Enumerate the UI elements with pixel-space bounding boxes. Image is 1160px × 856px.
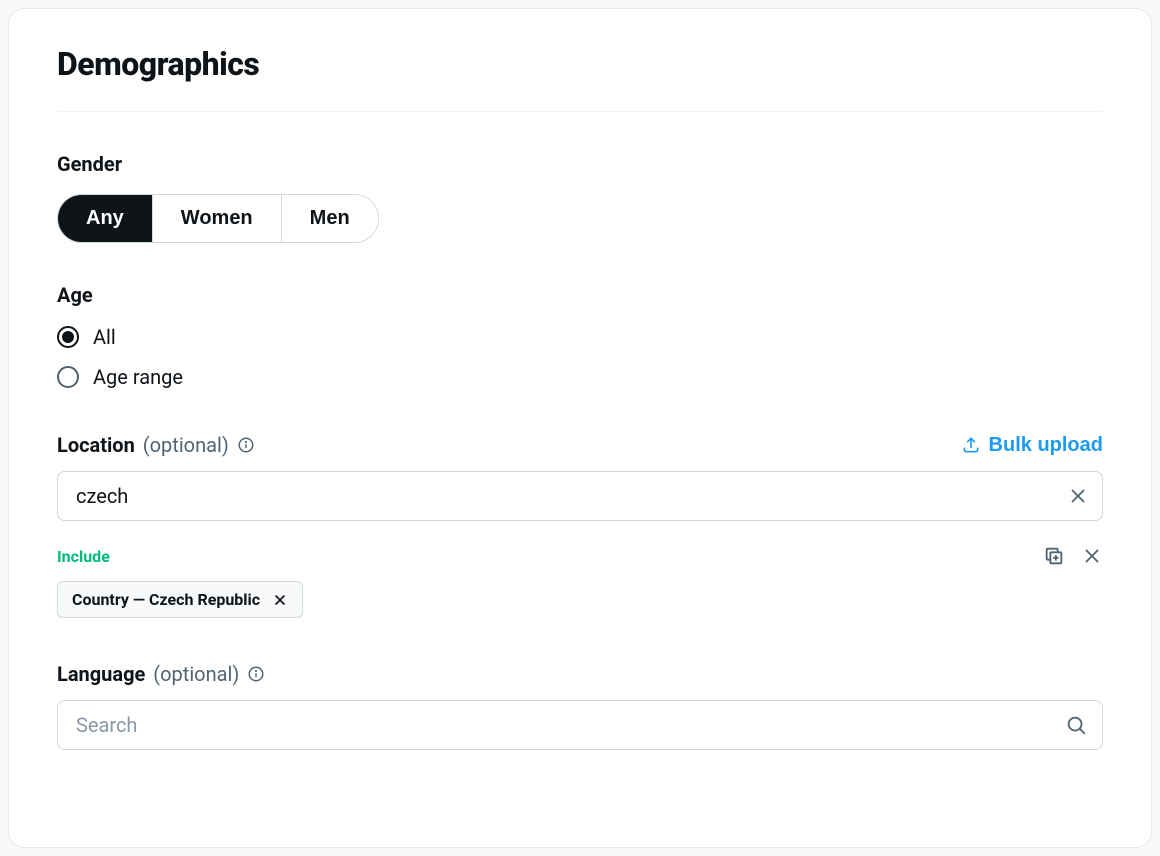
chip-remove-button[interactable] (272, 592, 288, 608)
include-actions (1043, 545, 1103, 567)
demographics-card: Demographics Gender Any Women Men Age Al… (8, 8, 1152, 848)
location-chips: Country — Czech Republic (57, 581, 1103, 618)
radio-icon (57, 366, 79, 388)
bulk-upload-button[interactable]: Bulk upload (961, 434, 1103, 457)
location-chip: Country — Czech Republic (57, 581, 303, 618)
info-icon[interactable] (247, 665, 265, 683)
include-row: Include (57, 545, 1103, 567)
divider (57, 111, 1103, 112)
location-header-row: Location (optional) Bulk upload (57, 433, 1103, 457)
age-option-all[interactable]: All (57, 325, 1103, 349)
age-option-range[interactable]: Age range (57, 365, 1103, 389)
upload-icon (961, 435, 981, 455)
location-label: Location (57, 433, 135, 457)
copy-button[interactable] (1043, 545, 1065, 567)
gender-option-men[interactable]: Men (281, 195, 378, 242)
gender-segmented: Any Women Men (57, 194, 379, 243)
bulk-upload-label: Bulk upload (989, 434, 1103, 457)
location-optional: (optional) (143, 433, 229, 457)
language-optional: (optional) (153, 662, 239, 686)
age-radio-group: All Age range (57, 325, 1103, 389)
language-header-row: Language (optional) (57, 662, 1103, 686)
age-label: Age (57, 283, 1103, 307)
gender-option-any[interactable]: Any (58, 195, 152, 242)
language-label: Language (57, 662, 145, 686)
info-icon[interactable] (237, 436, 255, 454)
radio-label: Age range (93, 365, 183, 389)
gender-option-women[interactable]: Women (152, 195, 281, 242)
location-input-wrap (57, 471, 1103, 521)
location-input[interactable] (57, 471, 1103, 521)
radio-label: All (93, 325, 116, 349)
language-input-wrap (57, 700, 1103, 750)
language-input[interactable] (57, 700, 1103, 750)
radio-icon (57, 326, 79, 348)
gender-label: Gender (57, 152, 1103, 176)
location-label-wrap: Location (optional) (57, 433, 255, 457)
clear-button[interactable] (1067, 485, 1089, 507)
language-label-wrap: Language (optional) (57, 662, 265, 686)
chip-text: Country — Czech Republic (72, 590, 260, 609)
remove-all-button[interactable] (1081, 545, 1103, 567)
page-title: Demographics (57, 45, 1103, 83)
include-label: Include (57, 547, 110, 566)
